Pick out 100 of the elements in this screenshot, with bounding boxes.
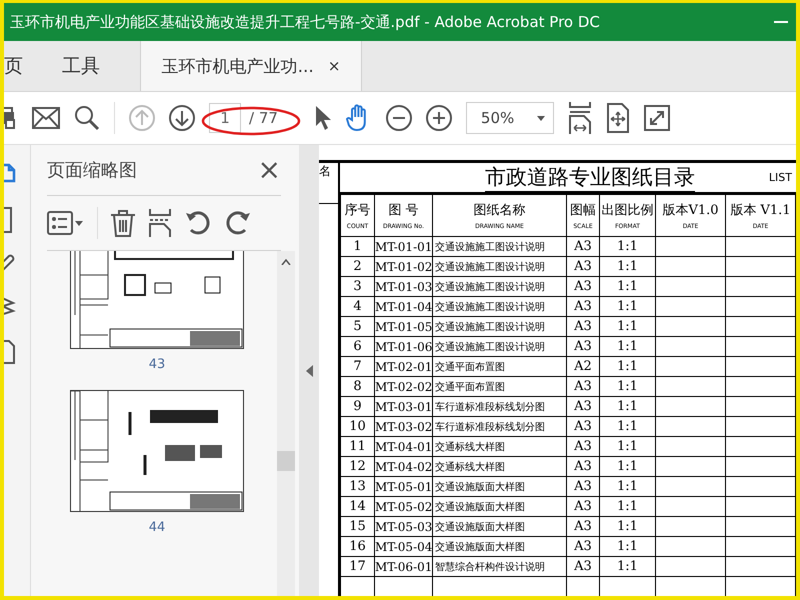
- table-cell: 1:1: [600, 496, 656, 516]
- table-cell: MT-01-04: [374, 296, 432, 316]
- table-cell: MT-04-02: [374, 456, 432, 476]
- table-cell: 交通设施施工图设计说明: [432, 316, 566, 336]
- table-cell: 1:1: [600, 516, 656, 536]
- table-cell: MT-05-04: [374, 536, 432, 556]
- mail-icon[interactable]: [32, 107, 60, 129]
- table-cell: 8: [340, 376, 374, 396]
- zoom-out-icon[interactable]: [386, 105, 412, 131]
- table-cell: 1: [340, 236, 374, 256]
- table-cell: 交通设施施工图设计说明: [432, 276, 566, 296]
- document-tab[interactable]: 玉环市机电产业功... ×: [140, 41, 362, 91]
- table-cell: 1:1: [600, 476, 656, 496]
- table-cell: 交通平面布置图: [432, 356, 566, 376]
- column-header: 版本 V1.1: [729, 202, 792, 219]
- table-cell: MT-03-01: [374, 396, 432, 416]
- table-cell: 14: [340, 496, 374, 516]
- table-cell: A3: [566, 236, 600, 256]
- trash-icon[interactable]: [110, 209, 136, 237]
- table-cell: A3: [566, 336, 600, 356]
- column-header: 图 号: [387, 202, 420, 219]
- table-cell: 2: [340, 256, 374, 276]
- search-icon[interactable]: [74, 105, 100, 131]
- zoom-in-icon[interactable]: [426, 105, 452, 131]
- table-cell: MT-01-01: [374, 236, 432, 256]
- table-cell: 1:1: [600, 256, 656, 276]
- table-cell: MT-06-01: [374, 556, 432, 576]
- table-cell: A3: [566, 376, 600, 396]
- bookmark-icon[interactable]: [4, 207, 14, 233]
- table-cell: 车行道标准段标线划分图: [432, 416, 566, 436]
- sheet-title: 市政道路专业图纸目录: [485, 163, 695, 192]
- scroll-up-icon[interactable]: [281, 259, 291, 265]
- tools-tab[interactable]: 工具: [54, 41, 140, 91]
- window-title: 玉环市机电产业功能区基础设施改造提升工程七号路-交通.pdf - Adobe Acrobat Pro DC: [10, 12, 601, 32]
- insert-page-icon[interactable]: [148, 209, 172, 237]
- table-cell: 交通标线大样图: [432, 456, 566, 476]
- close-button[interactable]: ×: [258, 156, 281, 184]
- table-cell: 1:1: [600, 396, 656, 416]
- table-cell: 1:1: [600, 556, 656, 576]
- table-cell: A3: [566, 436, 600, 456]
- table-cell: A3: [566, 276, 600, 296]
- home-tab[interactable]: 页: [4, 41, 54, 91]
- full-screen-icon[interactable]: [644, 105, 670, 131]
- zoom-dropdown[interactable]: 50%: [466, 102, 554, 134]
- pointer-icon[interactable]: [314, 105, 332, 131]
- table-cell: A3: [566, 456, 600, 476]
- table-cell: MT-03-02: [374, 416, 432, 436]
- table-cell: 交通标线大样图: [432, 436, 566, 456]
- table-cell: 交通设施版面大样图: [432, 536, 566, 556]
- table-cell: 1:1: [600, 536, 656, 556]
- table-cell: 6: [340, 336, 374, 356]
- fit-width-icon[interactable]: [568, 102, 592, 134]
- table-cell: MT-02-01: [374, 356, 432, 376]
- rotate-right-icon[interactable]: [224, 209, 252, 237]
- column-header: 出图比例: [600, 202, 654, 219]
- table-cell: 15: [340, 516, 374, 536]
- table-cell: 智慧综合杆构件设计说明: [432, 556, 566, 576]
- column-header: 图幅: [569, 202, 597, 219]
- table-cell: A3: [566, 316, 600, 336]
- table-cell: 5: [340, 316, 374, 336]
- rotate-left-icon[interactable]: [184, 209, 212, 237]
- table-cell: A3: [566, 556, 600, 576]
- table-cell: 1:1: [600, 416, 656, 436]
- table-cell: 11: [340, 436, 374, 456]
- table-cell: MT-01-05: [374, 316, 432, 336]
- table-cell-text: 名: [319, 163, 332, 180]
- page-number: 43: [148, 357, 166, 372]
- table-cell: MT-01-02: [374, 256, 432, 276]
- column-header: 版本V1.0: [661, 202, 720, 219]
- scrollbar[interactable]: [277, 251, 295, 596]
- table-cell: 1:1: [600, 236, 656, 256]
- table-cell: A2: [566, 356, 600, 376]
- table-cell: A3: [566, 296, 600, 316]
- table-cell: MT-05-02: [374, 496, 432, 516]
- table-cell: 13: [340, 476, 374, 496]
- options-menu-icon[interactable]: [47, 210, 85, 236]
- page-thumbnail[interactable]: [70, 251, 244, 349]
- table-cell: 车行道标准段标线划分图: [432, 396, 566, 416]
- table-cell: 10: [340, 416, 374, 436]
- close-tab-button[interactable]: ×: [328, 57, 340, 75]
- table-cell: 1:1: [600, 376, 656, 396]
- table-cell: A3: [566, 416, 600, 436]
- page-count: / 77: [249, 109, 278, 127]
- page-move-icon[interactable]: [606, 103, 630, 133]
- table-cell: 交通设施版面大样图: [432, 496, 566, 516]
- table-cell: MT-05-01: [374, 476, 432, 496]
- table-cell: 1:1: [600, 336, 656, 356]
- page-thumbnail[interactable]: [70, 390, 244, 512]
- table-cell: 7: [340, 356, 374, 376]
- table-cell: MT-04-01: [374, 436, 432, 456]
- scrollbar-thumb[interactable]: [277, 451, 295, 471]
- table-cell: 12: [340, 456, 374, 476]
- table-cell: 交通平面布置图: [432, 376, 566, 396]
- table-cell: A3: [566, 396, 600, 416]
- document-icon[interactable]: [4, 339, 16, 365]
- printer-icon[interactable]: [4, 104, 18, 132]
- table-cell: 1:1: [600, 456, 656, 476]
- table-cell: 交通设施施工图设计说明: [432, 336, 566, 356]
- sheet-title-english: LIST: [768, 171, 792, 184]
- table-cell: MT-01-03: [374, 276, 432, 296]
